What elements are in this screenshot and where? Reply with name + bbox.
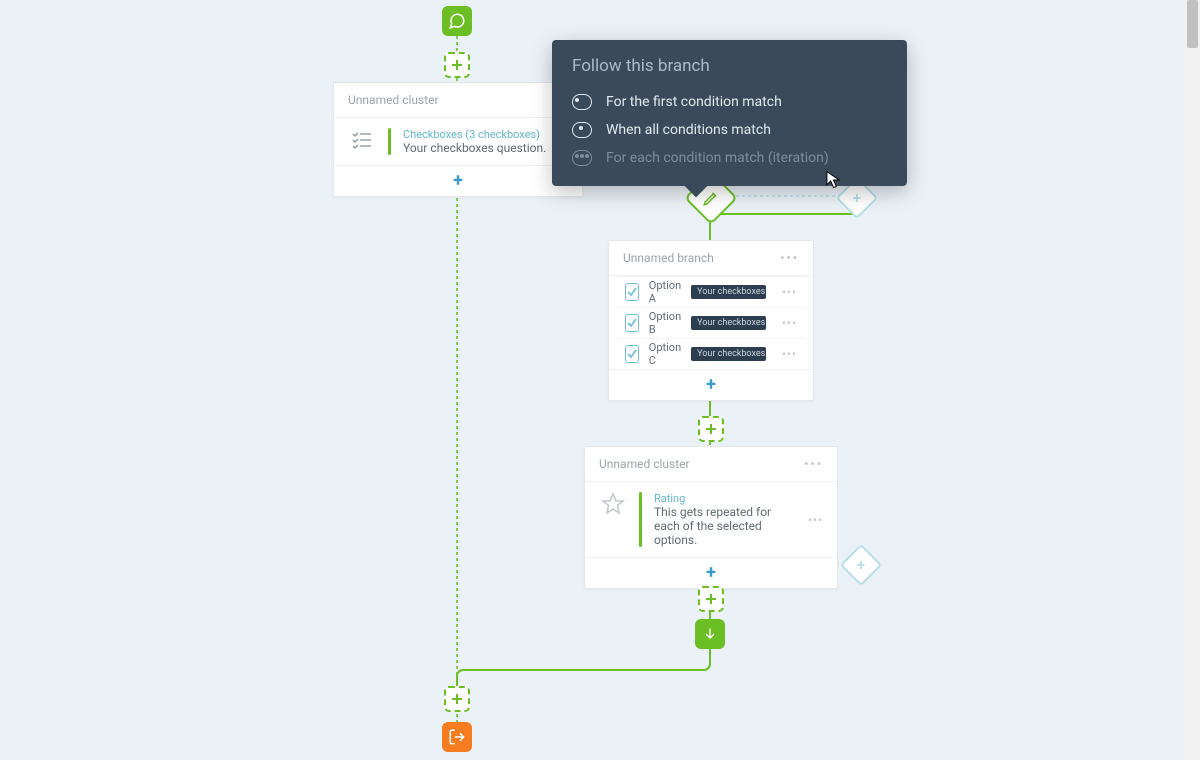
condition-icon <box>572 122 592 138</box>
add-item-button[interactable]: + <box>453 172 463 190</box>
vertical-scrollbar[interactable] <box>1185 0 1200 760</box>
accent-bar <box>639 492 642 547</box>
flow-canvas[interactable]: Unnamed cluster Checkboxes (3 checkboxes… <box>0 0 1185 760</box>
cluster-title: Unnamed cluster <box>348 93 439 107</box>
source-pill: Your checkboxes que <box>691 285 766 299</box>
tooltip-heading: Follow this branch <box>572 56 887 76</box>
branch-card[interactable]: Unnamed branch ••• Option A Your checkbo… <box>608 240 814 401</box>
continue-node[interactable] <box>695 619 725 649</box>
cluster-meta: Checkboxes (3 checkboxes) <box>403 128 546 141</box>
checkbox-icon <box>625 283 639 301</box>
start-node[interactable] <box>442 6 472 36</box>
add-item-button[interactable]: + <box>706 564 716 582</box>
tooltip-option-each-match[interactable]: For each condition match (iteration) <box>572 144 887 172</box>
cluster-desc: This gets repeated for each of the selec… <box>654 505 796 547</box>
add-below-start[interactable] <box>444 52 470 78</box>
scrollbar-thumb[interactable] <box>1187 0 1198 48</box>
tooltip-option-label: When all conditions match <box>606 122 771 138</box>
more-icon[interactable]: ••• <box>780 251 799 265</box>
tooltip-option-all-match[interactable]: When all conditions match <box>572 116 887 144</box>
more-icon[interactable]: ••• <box>804 457 823 471</box>
checklist-icon <box>348 128 376 152</box>
row-more-icon[interactable]: ••• <box>782 316 797 330</box>
option-label: Option A <box>649 279 681 305</box>
branch-option-row[interactable]: Option C Your checkboxes que ••• <box>617 338 805 369</box>
cluster-meta: Rating <box>654 492 796 505</box>
chat-icon <box>448 12 466 30</box>
tooltip-option-label: For each condition match (iteration) <box>606 150 829 166</box>
branch-option-row[interactable]: Option A Your checkboxes que ••• <box>617 276 805 307</box>
add-before-end[interactable] <box>444 686 470 712</box>
option-label: Option C <box>649 341 681 367</box>
star-icon <box>599 492 627 516</box>
add-below-cluster2[interactable] <box>698 586 724 612</box>
pencil-icon <box>702 189 720 207</box>
cluster-desc: Your checkboxes question. <box>403 141 546 155</box>
row-more-icon[interactable]: ••• <box>782 347 797 361</box>
source-pill: Your checkboxes que <box>691 316 766 330</box>
tooltip-option-first-match[interactable]: For the first condition match <box>572 88 887 116</box>
branch-mode-tooltip: Follow this branch For the first conditi… <box>552 40 907 186</box>
checkbox-icon <box>625 314 639 332</box>
accent-bar <box>388 128 391 155</box>
source-pill: Your checkboxes que <box>691 347 766 361</box>
cluster-checkboxes[interactable]: Unnamed cluster Checkboxes (3 checkboxes… <box>333 82 583 197</box>
end-node[interactable] <box>442 722 472 752</box>
row-more-icon[interactable]: ••• <box>782 285 797 299</box>
add-option-button[interactable]: + <box>706 376 716 394</box>
branch-title: Unnamed branch <box>623 251 714 265</box>
condition-icon <box>572 94 592 110</box>
cluster-rating[interactable]: Unnamed cluster ••• Rating This gets rep… <box>584 446 838 589</box>
exit-icon <box>448 728 466 746</box>
add-branch-right-2[interactable] <box>840 544 882 586</box>
row-more-icon[interactable]: ••• <box>808 513 823 527</box>
condition-icon <box>572 150 592 166</box>
option-label: Option B <box>649 310 681 336</box>
arrow-down-icon <box>702 626 718 642</box>
cluster-title: Unnamed cluster <box>599 457 690 471</box>
branch-option-row[interactable]: Option B Your checkboxes que ••• <box>617 307 805 338</box>
tooltip-option-label: For the first condition match <box>606 94 782 110</box>
checkbox-icon <box>625 345 639 363</box>
add-between-nodes[interactable] <box>698 416 724 442</box>
